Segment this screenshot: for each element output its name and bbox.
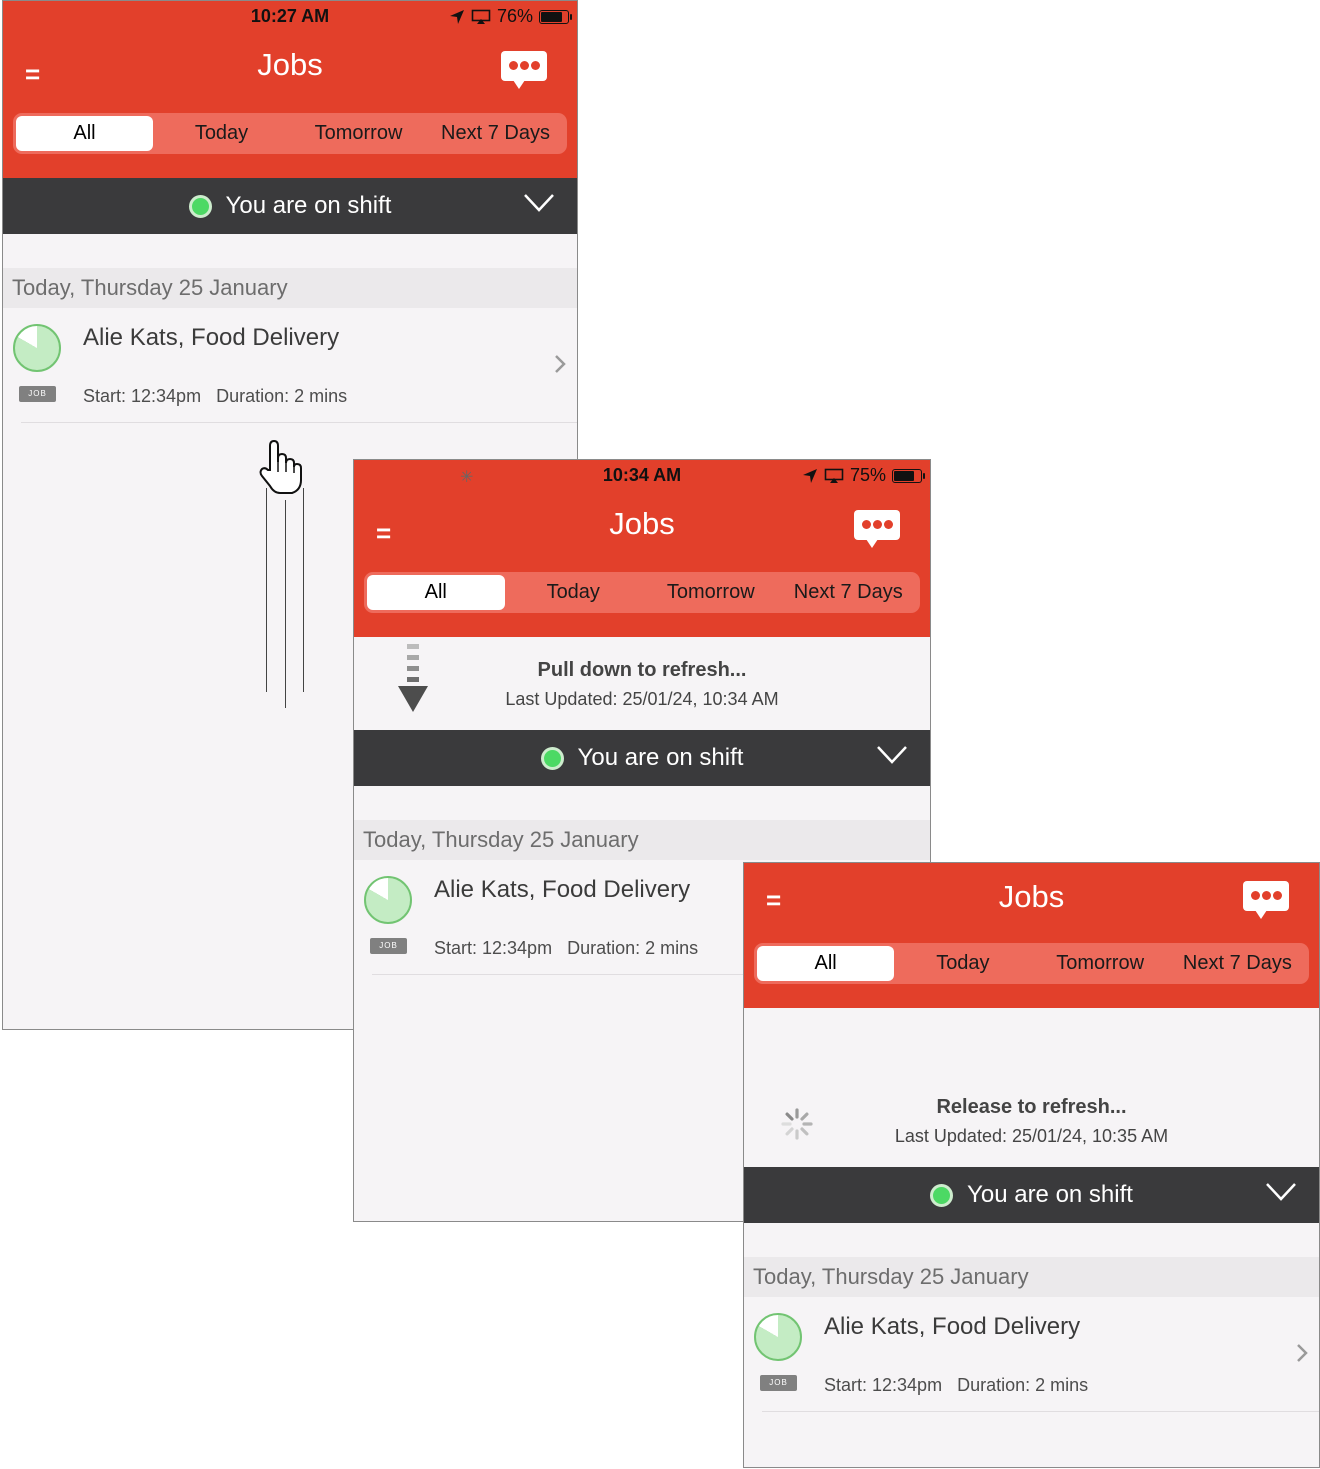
swipe-trail	[303, 488, 304, 692]
filter-tabs: All Today Tomorrow Next 7 Days	[13, 113, 567, 154]
location-arrow-icon	[449, 9, 464, 24]
job-row[interactable]: JOB Alie Kats, Food Delivery Start: 12:3…	[744, 1297, 1319, 1412]
filter-tabs: All Today Tomorrow Next 7 Days	[364, 572, 920, 613]
date-header: Today, Thursday 25 January	[354, 820, 930, 860]
tab-next-7-days[interactable]: Next 7 Days	[1169, 946, 1306, 981]
job-duration: Duration: 2 mins	[957, 1375, 1089, 1395]
chevron-down-icon[interactable]	[1265, 1181, 1297, 1203]
title-bar: = Jobs	[744, 863, 1319, 943]
job-badge: JOB	[19, 386, 56, 402]
location-arrow-icon	[802, 468, 817, 483]
status-right: 75%	[802, 465, 925, 486]
pull-to-refresh-area: Release to refresh... Last Updated: 25/0…	[744, 1008, 1319, 1167]
tab-next-7-days[interactable]: Next 7 Days	[427, 116, 564, 151]
job-name: Alie Kats, Food Delivery	[434, 876, 691, 903]
job-badge: JOB	[370, 938, 407, 954]
job-name: Alie Kats, Food Delivery	[83, 324, 340, 351]
shift-bar[interactable]: You are on shift	[744, 1167, 1319, 1223]
job-start: Start: 12:34pm	[824, 1375, 943, 1395]
page-title: Jobs	[998, 879, 1065, 914]
shift-status-text: You are on shift	[967, 1181, 1133, 1208]
shift-bar[interactable]: You are on shift	[354, 730, 930, 786]
swipe-trail	[266, 488, 267, 692]
job-duration: Duration: 2 mins	[216, 386, 348, 406]
battery-percent: 75%	[849, 465, 886, 485]
job-progress-pie-icon	[13, 324, 61, 372]
refresh-title: Pull down to refresh...	[537, 659, 747, 681]
status-bar: ✳ 10:34 AM 75%	[354, 460, 930, 492]
page-title: Jobs	[257, 47, 323, 82]
date-header: Today, Thursday 25 January	[744, 1257, 1319, 1297]
job-start: Start: 12:34pm	[83, 386, 202, 406]
chat-icon[interactable]	[854, 510, 900, 548]
swipe-trail	[285, 500, 286, 708]
chevron-down-icon[interactable]	[523, 192, 555, 214]
job-info: Start: 12:34pm Duration: 2 mins	[434, 938, 698, 959]
app-header: = Jobs All Today Tomorrow Next 7 Days	[744, 863, 1319, 1008]
date-header: Today, Thursday 25 January	[3, 268, 577, 308]
page-title: Jobs	[609, 506, 675, 541]
on-shift-status-icon	[540, 746, 564, 770]
battery-icon	[892, 468, 925, 483]
job-info: Start: 12:34pm Duration: 2 mins	[824, 1375, 1088, 1396]
shift-bar[interactable]: You are on shift	[3, 178, 577, 234]
airplay-icon	[471, 9, 491, 24]
job-progress-pie-icon	[754, 1313, 802, 1361]
refresh-last-updated: Last Updated: 25/01/24, 10:34 AM	[505, 689, 779, 709]
title-bar: = Jobs	[354, 492, 930, 572]
on-shift-status-icon	[188, 194, 212, 218]
battery-icon	[539, 9, 572, 24]
chat-icon[interactable]	[501, 51, 547, 89]
status-bar: 10:27 AM 76%	[3, 1, 577, 33]
job-start: Start: 12:34pm	[434, 938, 553, 958]
on-shift-status-icon	[930, 1183, 954, 1207]
refresh-title: Release to refresh...	[936, 1096, 1127, 1118]
job-progress-pie-icon	[364, 876, 412, 924]
tab-all[interactable]: All	[16, 116, 153, 151]
tab-next-7-days[interactable]: Next 7 Days	[780, 575, 918, 610]
chat-icon[interactable]	[1243, 881, 1289, 919]
tab-all[interactable]: All	[367, 575, 505, 610]
job-info: Start: 12:34pm Duration: 2 mins	[83, 386, 347, 407]
title-bar: = Jobs	[3, 33, 577, 113]
tab-all[interactable]: All	[757, 946, 895, 981]
shift-status-text: You are on shift	[577, 744, 744, 771]
airplay-icon	[824, 468, 844, 483]
refresh-last-updated: Last Updated: 25/01/24, 10:35 AM	[894, 1126, 1169, 1146]
pointer-hand-icon	[259, 439, 302, 494]
job-name: Alie Kats, Food Delivery	[824, 1313, 1081, 1340]
filter-tabs: All Today Tomorrow Next 7 Days	[754, 943, 1309, 984]
pull-to-refresh-area: Pull down to refresh... Last Updated: 25…	[354, 637, 930, 730]
job-badge: JOB	[760, 1375, 797, 1391]
status-right: 76%	[449, 6, 572, 27]
tab-tomorrow[interactable]: Tomorrow	[1032, 946, 1169, 981]
app-header: ✳ 10:34 AM 75% = Jobs All Today Tomorrow…	[354, 460, 930, 637]
battery-percent: 76%	[496, 6, 533, 26]
tab-tomorrow[interactable]: Tomorrow	[642, 575, 780, 610]
tab-today[interactable]: Today	[153, 116, 290, 151]
chevron-right-icon	[1297, 1344, 1308, 1362]
tab-today[interactable]: Today	[894, 946, 1031, 981]
job-duration: Duration: 2 mins	[567, 938, 699, 958]
app-header: 10:27 AM 76% = Jobs All Today Tomorrow N…	[3, 1, 577, 178]
shift-status-text: You are on shift	[225, 192, 392, 219]
tab-today[interactable]: Today	[505, 575, 643, 610]
chevron-down-icon[interactable]	[876, 744, 908, 766]
screen-jobs-release: = Jobs All Today Tomorrow Next 7 Days Re…	[743, 862, 1320, 1468]
chevron-right-icon	[555, 355, 566, 373]
tab-tomorrow[interactable]: Tomorrow	[290, 116, 427, 151]
job-row[interactable]: JOB Alie Kats, Food Delivery Start: 12:3…	[3, 308, 577, 423]
